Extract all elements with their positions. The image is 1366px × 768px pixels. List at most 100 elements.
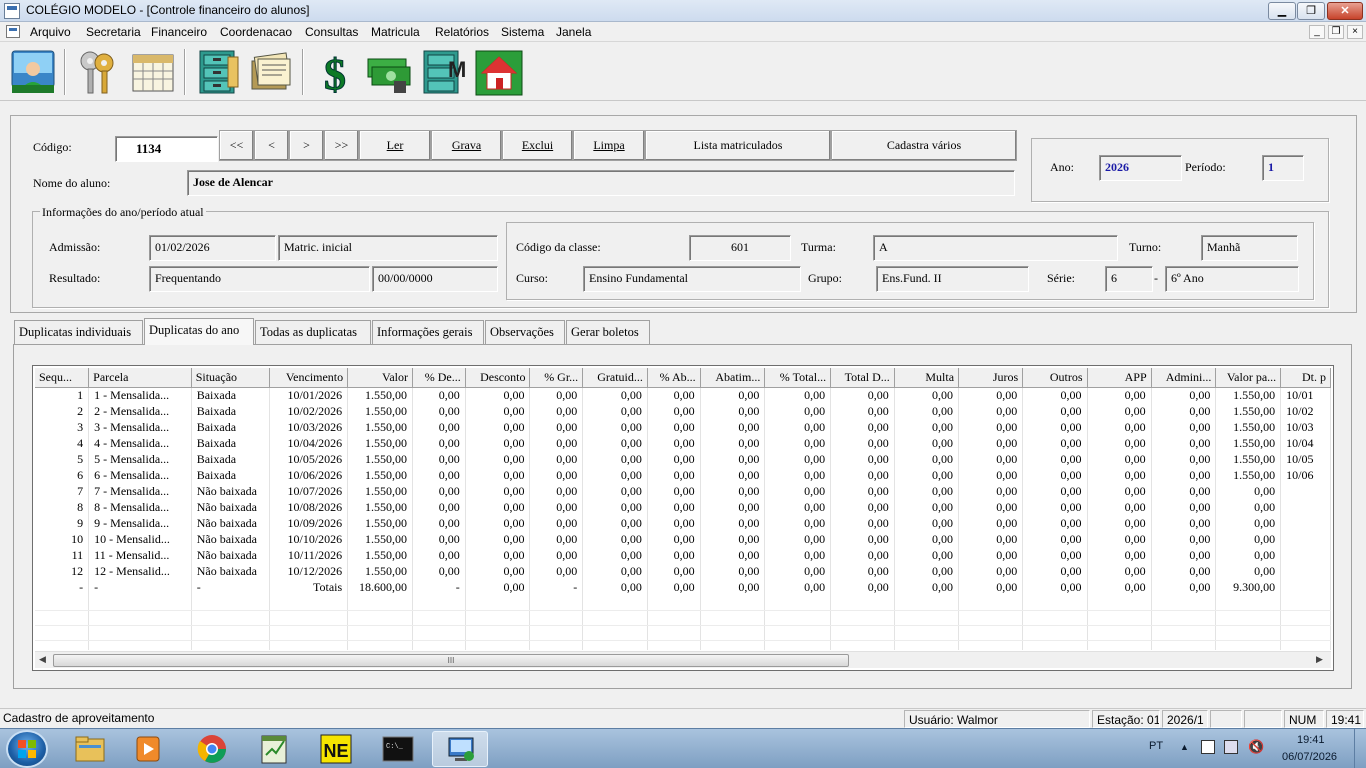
maximize-button[interactable]: ❐ (1297, 2, 1325, 20)
menu-arquivo[interactable]: Arquivo (30, 25, 71, 39)
table-row[interactable]: 11 - Mensalida... Baixada 10/01/2026 1.550,… (35, 387, 1331, 403)
table-row[interactable]: 22 - Mensalida... Baixada 10/02/2026 1.550,… (35, 403, 1331, 419)
menu-consultas[interactable]: Consultas (305, 25, 358, 39)
turno-field[interactable]: Manhã (1201, 235, 1298, 261)
column-header[interactable]: Admini... (1151, 368, 1217, 388)
documents-icon[interactable] (246, 47, 296, 97)
column-header[interactable]: APP (1087, 368, 1152, 388)
tab-todas-as-duplicatas[interactable]: Todas as duplicatas (255, 320, 371, 344)
column-header[interactable]: Multa (894, 368, 960, 388)
first-record-button[interactable]: << (219, 130, 254, 161)
column-header[interactable]: Sequ... (35, 368, 90, 388)
network-icon[interactable] (1201, 740, 1215, 754)
column-header[interactable]: % Total... (764, 368, 832, 388)
table-row[interactable]: 11 11 - Mensalid... Não baixada 10/11/2026 1… (35, 547, 1331, 563)
menu-relatorios[interactable]: Relatórios (435, 25, 489, 39)
dollar-icon[interactable]: $ (310, 47, 360, 100)
table-row[interactable]: 55 - Mensalida... Baixada 10/05/2026 1.550,… (35, 451, 1331, 467)
column-header[interactable]: % Ab... (647, 368, 701, 388)
cmd-icon[interactable]: C:\_ (370, 731, 426, 767)
money-icon[interactable] (364, 47, 414, 97)
column-header[interactable]: % Gr... (529, 368, 584, 388)
tray-time[interactable]: 19:41 (1297, 734, 1325, 746)
menu-sistema[interactable]: Sistema (501, 25, 544, 39)
mdi-restore-button[interactable]: ❐ (1328, 25, 1344, 39)
action-center-icon[interactable] (1224, 740, 1238, 754)
menu-janela[interactable]: Janela (556, 25, 591, 39)
periodo-field[interactable]: 1 (1262, 155, 1304, 181)
tab-duplicatas-individuais[interactable]: Duplicatas individuais (14, 320, 143, 344)
document-icon[interactable] (6, 25, 20, 38)
media-player-icon[interactable] (120, 731, 176, 767)
codigo-classe-field[interactable]: 601 (689, 235, 791, 261)
limpa-button[interactable]: Limpa (573, 130, 645, 161)
menu-financeiro[interactable]: Financeiro (151, 25, 207, 39)
notepad-icon[interactable] (246, 731, 302, 767)
app-icon[interactable] (4, 3, 20, 19)
table-row[interactable]: 66 - Mensalida... Baixada 10/06/2026 1.550,… (35, 467, 1331, 483)
table-row[interactable]: 99 - Mensalida... Não baixada 10/09/2026 1.… (35, 515, 1331, 531)
table-row[interactable]: 77 - Mensalida... Não baixada 10/07/2026 1.… (35, 483, 1331, 499)
admissao-tipo-field[interactable]: Matric. inicial (278, 235, 498, 261)
school-app-icon[interactable] (432, 731, 488, 767)
start-button[interactable] (6, 730, 48, 768)
totals-row[interactable]: - - - Totais 18.600,00-0,00-0,00 0,00 0,00 0,00… (35, 579, 1331, 595)
column-header[interactable]: Outros (1022, 368, 1088, 388)
column-header[interactable]: Gratuid... (582, 368, 648, 388)
serie-desc-field[interactable]: 6º Ano (1165, 266, 1299, 292)
mdi-minimize-button[interactable]: _ (1309, 25, 1325, 39)
users-icon[interactable] (8, 47, 58, 97)
resultado-field[interactable]: Frequentando (149, 266, 370, 292)
file-cabinet-icon[interactable] (192, 47, 242, 97)
last-record-button[interactable]: >> (324, 130, 359, 161)
column-header[interactable]: Dt. p (1280, 368, 1331, 388)
grava-button[interactable]: Grava (431, 130, 502, 161)
grupo-field[interactable]: Ens.Fund. II (876, 266, 1029, 292)
column-header[interactable]: Desconto (465, 368, 531, 388)
column-header[interactable]: Situação (191, 368, 271, 388)
cabinet-m-icon[interactable]: M (418, 47, 468, 97)
nome-aluno-field[interactable]: Jose de Alencar (187, 170, 1015, 196)
chrome-icon[interactable] (184, 731, 240, 767)
column-header[interactable]: Total D... (830, 368, 895, 388)
menu-secretaria[interactable]: Secretaria (86, 25, 141, 39)
lista-matriculados-button[interactable]: Lista matriculados (645, 130, 831, 161)
scroll-right-icon[interactable]: ▶ (1316, 654, 1323, 665)
tab-observacoes[interactable]: Observações (485, 320, 565, 344)
calendar-icon[interactable] (128, 47, 178, 97)
curso-field[interactable]: Ensino Fundamental (583, 266, 801, 292)
codigo-input[interactable]: 1134 (115, 136, 218, 162)
home-icon[interactable] (474, 47, 524, 97)
mdi-close-button[interactable]: × (1347, 25, 1363, 39)
tab-gerar-boletos[interactable]: Gerar boletos (566, 320, 650, 344)
language-indicator[interactable]: PT (1149, 740, 1163, 752)
keys-icon[interactable] (72, 47, 122, 97)
scroll-thumb[interactable]: III (53, 654, 849, 667)
horizontal-scrollbar[interactable]: ◀ III ▶ (35, 651, 1331, 668)
scroll-left-icon[interactable]: ◀ (39, 654, 46, 665)
table-row[interactable]: 88 - Mensalida... Não baixada 10/08/2026 1.… (35, 499, 1331, 515)
close-button[interactable]: ✕ (1327, 2, 1363, 20)
tray-date[interactable]: 06/07/2026 (1282, 751, 1337, 763)
tray-expand-icon[interactable]: ▲ (1180, 742, 1189, 752)
show-desktop-button[interactable] (1354, 729, 1366, 768)
resultado-data-field[interactable]: 00/00/0000 (372, 266, 498, 292)
table-row[interactable]: 33 - Mensalida... Baixada 10/03/2026 1.550,… (35, 419, 1331, 435)
column-header[interactable]: Abatim... (700, 368, 766, 388)
admissao-field[interactable]: 01/02/2026 (149, 235, 276, 261)
column-header[interactable]: Juros (958, 368, 1024, 388)
next-record-button[interactable]: > (289, 130, 324, 161)
menu-matricula[interactable]: Matricula (371, 25, 420, 39)
tab-informacoes-gerais[interactable]: Informações gerais (372, 320, 484, 344)
explorer-icon[interactable] (62, 731, 118, 767)
minimize-button[interactable]: ▁ (1268, 2, 1296, 20)
table-row[interactable]: 10 10 - Mensalid... Não baixada 10/10/2026 1… (35, 531, 1331, 547)
column-header[interactable]: Valor (347, 368, 413, 388)
table-row[interactable]: 44 - Mensalida... Baixada 10/04/2026 1.550,… (35, 435, 1331, 451)
menu-coordenacao[interactable]: Coordenacao (220, 25, 292, 39)
cadastra-varios-button[interactable]: Cadastra vários (831, 130, 1017, 161)
column-header[interactable]: Parcela (88, 368, 192, 388)
column-header[interactable]: Valor pa... (1215, 368, 1282, 388)
column-header[interactable]: Vencimento (269, 368, 349, 388)
ne-icon[interactable]: NE (308, 731, 364, 767)
